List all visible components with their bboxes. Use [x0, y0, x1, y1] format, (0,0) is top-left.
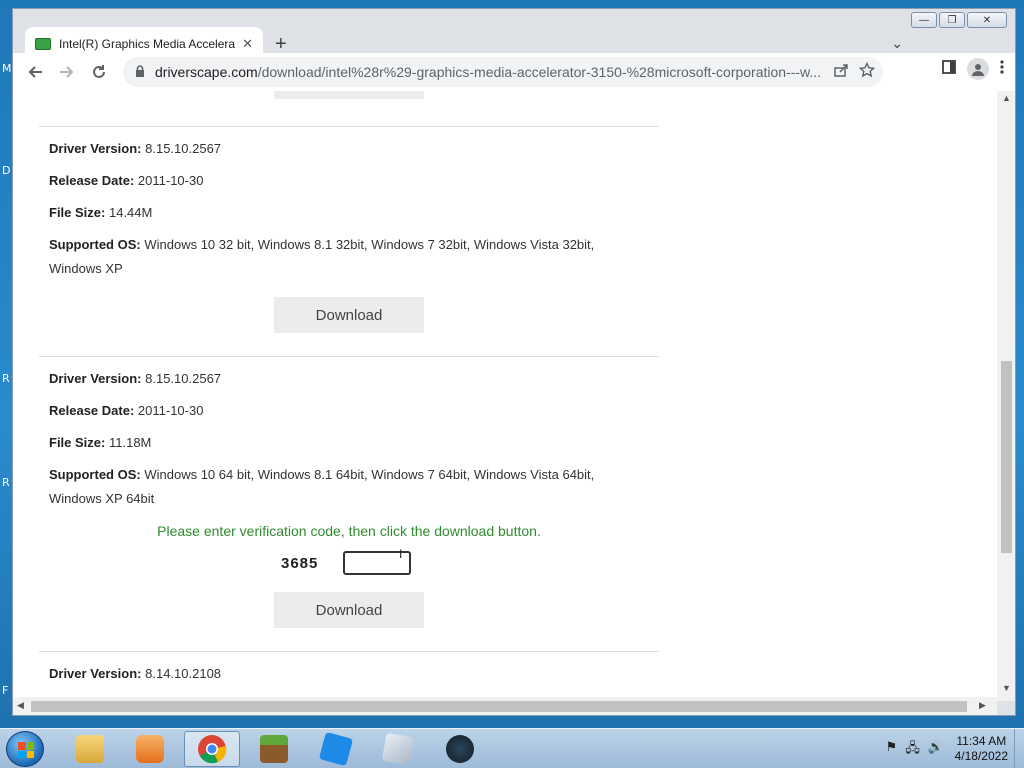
lock-icon[interactable]: [135, 64, 145, 80]
captcha-code: 3685: [281, 555, 319, 572]
scrollbar-thumb[interactable]: [31, 701, 967, 712]
system-tray: ⚑ 🖧 🔊: [886, 739, 944, 761]
share-icon[interactable]: [833, 62, 849, 82]
url-text: driverscape.com/download/intel%28r%29-gr…: [155, 64, 822, 80]
verification-prompt: Please enter verification code, then cli…: [157, 523, 541, 539]
clock[interactable]: 11:34 AM 4/18/2022: [955, 734, 1008, 764]
release-date-row: Release Date: 2011-10-30: [49, 173, 204, 188]
supported-os-row-cont: Windows XP 64bit: [49, 491, 155, 506]
supported-os-row: Supported OS: Windows 10 32 bit, Windows…: [49, 237, 595, 252]
windows-logo-icon: [18, 742, 34, 758]
minecraft-icon[interactable]: [246, 731, 302, 767]
action-center-flag-icon[interactable]: ⚑: [886, 739, 898, 761]
close-tab-icon[interactable]: ✕: [242, 36, 253, 52]
browser-toolbar: driverscape.com/download/intel%28r%29-gr…: [13, 53, 1015, 91]
divider: [39, 356, 659, 357]
favicon-icon: [35, 38, 51, 50]
steam-icon[interactable]: [432, 731, 488, 767]
tab-bar: Intel(R) Graphics Media Accelerator ✕ + …: [13, 17, 1015, 61]
file-size-row: File Size: 11.18M: [49, 435, 152, 450]
scrollbar-thumb[interactable]: [1001, 361, 1012, 553]
scroll-left-arrow-icon[interactable]: ◀: [17, 700, 24, 711]
profile-avatar-icon[interactable]: [967, 58, 989, 80]
taskbar: ⚑ 🖧 🔊 11:34 AM 4/18/2022: [0, 728, 1024, 768]
desktop-icon-label: F: [2, 684, 9, 697]
scroll-up-arrow-icon[interactable]: ▲: [1002, 93, 1011, 103]
horizontal-scrollbar[interactable]: ◀ ▶: [13, 697, 997, 715]
desktop-icon-label: M: [2, 62, 12, 75]
address-bar[interactable]: driverscape.com/download/intel%28r%29-gr…: [123, 57, 883, 87]
bookmark-star-icon[interactable]: [858, 61, 876, 82]
roblox-icon[interactable]: [308, 731, 364, 767]
volume-icon[interactable]: 🔊: [928, 739, 944, 761]
file-size-row: File Size: 14.44M: [49, 205, 153, 220]
supported-os-row: Supported OS: Windows 10 64 bit, Windows…: [49, 467, 595, 482]
text-cursor-icon: I: [399, 547, 403, 561]
divider: [39, 126, 659, 127]
start-button[interactable]: [6, 731, 44, 767]
supported-os-row-cont: Windows XP: [49, 261, 123, 276]
driver-version-row: Driver Version: 8.15.10.2567: [49, 141, 222, 156]
download-button[interactable]: Download: [274, 592, 424, 628]
forward-arrow-icon[interactable]: [53, 58, 81, 86]
page-viewport: Driver Version: 8.15.10.2567 Release Dat…: [13, 91, 997, 701]
vertical-scrollbar[interactable]: ▲ ▼: [997, 91, 1015, 701]
file-explorer-icon[interactable]: [62, 731, 118, 767]
show-desktop-button[interactable]: [1014, 729, 1024, 768]
download-button[interactable]: Download: [274, 297, 424, 333]
desktop-icon-label: R: [2, 476, 10, 489]
desktop-icon-label: R: [2, 372, 10, 385]
divider: [39, 651, 659, 652]
back-arrow-icon[interactable]: [21, 58, 49, 86]
side-panel-icon[interactable]: [941, 59, 957, 80]
driver-version-row: Driver Version: 8.15.10.2567: [49, 371, 222, 386]
desktop-icon-label: D: [2, 164, 11, 177]
network-icon[interactable]: 🖧: [905, 739, 920, 761]
release-date-row: Release Date: 2011-10-30: [49, 403, 204, 418]
clock-time: 11:34 AM: [956, 734, 1007, 748]
scroll-right-arrow-icon[interactable]: ▶: [979, 700, 986, 711]
chrome-icon[interactable]: [184, 731, 240, 767]
browser-window: — ❐ ✕ Intel(R) Graphics Media Accelerato…: [12, 8, 1016, 716]
media-player-icon[interactable]: [122, 731, 178, 767]
menu-kebab-icon[interactable]: [999, 59, 1005, 80]
tab-search-chevron-icon[interactable]: ⌄: [891, 35, 903, 52]
driver-version-row: Driver Version: 8.14.10.2108: [49, 666, 222, 681]
app-icon[interactable]: [370, 731, 426, 767]
reload-icon[interactable]: [85, 58, 113, 86]
scroll-down-arrow-icon[interactable]: ▼: [1002, 683, 1011, 693]
download-button-previous[interactable]: [274, 91, 424, 99]
clock-date: 4/18/2022: [954, 749, 1008, 763]
tab-title: Intel(R) Graphics Media Accelerator: [59, 37, 235, 51]
